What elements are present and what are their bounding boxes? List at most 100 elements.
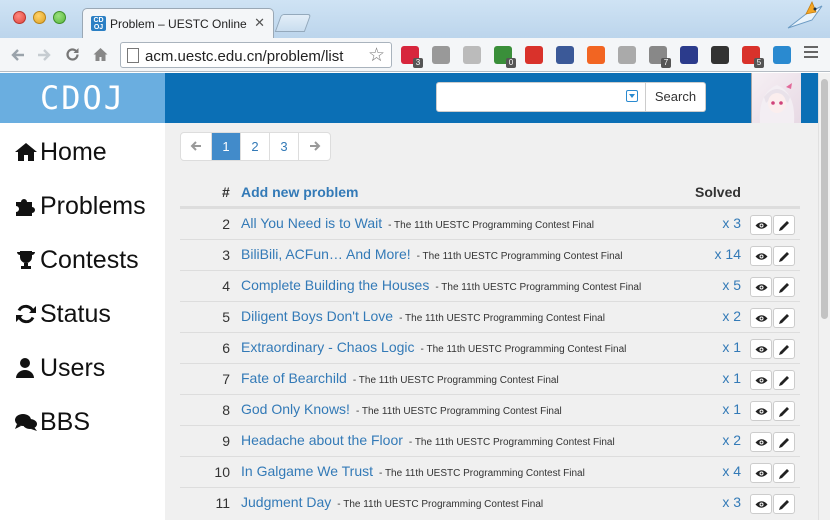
add-new-problem-link[interactable]: Add new problem [241,184,358,200]
problem-title-link[interactable]: God Only Knows! [241,401,350,417]
edit-problem-button[interactable] [773,308,795,328]
eye-icon [755,315,768,322]
pocket-icon[interactable] [432,46,450,64]
puzzle-ext-icon[interactable]: 5 [742,46,764,68]
edit-problem-button[interactable] [773,215,795,235]
search-dropdown-icon[interactable] [626,90,638,102]
avatar[interactable] [751,73,801,123]
site-brand[interactable]: CDOJ [0,73,165,123]
pagination-page-3[interactable]: 3 [270,133,299,160]
sidebar-item-home[interactable]: Home [14,132,107,172]
solved-count-link[interactable]: x 3 [722,494,741,510]
sidebar-item-label: BBS [40,407,91,436]
problem-title-link[interactable]: In Galgame We Trust [241,463,373,479]
toggle-visibility-button[interactable] [750,308,772,328]
edit-problem-button[interactable] [773,277,795,297]
toggle-visibility-button[interactable] [750,339,772,359]
problem-title-link[interactable]: All You Need is to Wait [241,215,382,231]
rss-icon[interactable] [587,46,605,64]
toggle-visibility-button[interactable] [750,401,772,421]
screen-capture-icon[interactable]: 7 [649,46,671,68]
address-bar[interactable]: acm.uestc.edu.cn/problem/list ☆ [120,42,392,68]
toggle-visibility-button[interactable] [750,494,772,514]
toggle-visibility-button[interactable] [750,432,772,452]
problem-title-link[interactable]: Complete Building the Houses [241,277,429,293]
solved-count-link[interactable]: x 1 [722,339,741,355]
facebook-icon[interactable] [556,46,574,64]
solved-count-link[interactable]: x 3 [722,215,741,231]
problem-title-link[interactable]: Judgment Day [241,494,331,510]
window-maximize-button[interactable] [53,11,66,24]
solved-count-link[interactable]: x 1 [722,401,741,417]
search-input[interactable] [436,82,646,112]
sidebar-item-users[interactable]: Users [14,348,105,388]
html-validator-icon[interactable]: 0 [494,46,516,68]
edit-problem-button[interactable] [773,339,795,359]
solved-count-link[interactable]: x 14 [715,246,741,262]
sidebar-item-status[interactable]: Status [14,294,111,334]
sync-icon[interactable] [463,46,481,64]
page-scrollbar[interactable] [818,73,830,520]
chrome-menu-icon[interactable] [804,46,818,60]
edit-problem-button[interactable] [773,370,795,390]
mountain-icon[interactable] [680,46,698,64]
bell-icon[interactable] [618,46,636,64]
toggle-visibility-button[interactable] [750,215,772,235]
back-arrow-icon[interactable] [10,47,26,63]
problem-source: - The 11th UESTC Programming Contest Fin… [435,282,642,293]
eye-icon [755,346,768,353]
edit-problem-button[interactable] [773,463,795,483]
sidebar-item-label: Status [40,299,111,328]
problem-title-cell: In Galgame We Trust - The 11th UESTC Prog… [241,463,585,479]
pagination-page-1[interactable]: 1 [212,133,241,160]
problem-id: 11 [215,495,230,511]
camera-icon[interactable] [773,46,791,64]
solved-count-link[interactable]: x 2 [722,432,741,448]
sidebar-item-bbs[interactable]: BBS [14,402,90,442]
solved-count-link[interactable]: x 4 [722,463,741,479]
problem-title-link[interactable]: Headache about the Floor [241,432,403,448]
pagination: 1 2 3 [180,132,331,161]
toggle-visibility-button[interactable] [750,463,772,483]
problem-title-link[interactable]: Diligent Boys Don't Love [241,308,393,324]
sidebar-item-label: Contests [40,245,139,274]
search-button[interactable]: Search [646,82,706,112]
solved-count-link[interactable]: x 5 [722,277,741,293]
solved-count-link[interactable]: x 1 [722,370,741,386]
toggle-visibility-button[interactable] [750,277,772,297]
edit-problem-button[interactable] [773,432,795,452]
bookmark-star-icon[interactable]: ☆ [368,44,385,67]
scrollbar-thumb[interactable] [821,79,828,319]
problem-title-cell: Extraordinary - Chaos Logic - The 11th UE… [241,339,626,355]
sidebar-item-contests[interactable]: Contests [14,240,139,280]
pagination-page-2[interactable]: 2 [241,133,270,160]
problem-title-link[interactable]: Extraordinary - Chaos Logic [241,339,415,355]
sidebar-item-problems[interactable]: Problems [14,186,146,226]
window-close-button[interactable] [13,11,26,24]
forward-arrow-icon[interactable] [36,47,52,63]
toggle-visibility-button[interactable] [750,370,772,390]
edit-problem-button[interactable] [773,494,795,514]
pagination-prev-button[interactable] [181,133,212,160]
edit-problem-button[interactable] [773,246,795,266]
puzzle-icon [16,199,35,216]
toggle-visibility-button[interactable] [750,246,772,266]
solved-count-link[interactable]: x 2 [722,308,741,324]
lastpass-icon[interactable]: 3 [401,46,423,68]
table-row: 5 Diligent Boys Don't Love - The 11th UEST… [180,301,800,332]
new-tab-button[interactable] [274,14,312,32]
home-button-icon[interactable] [92,46,109,63]
edit-problem-button[interactable] [773,401,795,421]
pagination-next-button[interactable] [299,133,330,160]
problem-title-cell: God Only Knows! - The 11th UESTC Programm… [241,401,562,417]
window-minimize-button[interactable] [33,11,46,24]
color-picker-icon[interactable] [711,46,729,64]
tab-close-icon[interactable]: ✕ [254,15,265,31]
site-header: CDOJ Search [0,73,818,123]
adblock-icon[interactable] [525,46,543,64]
problem-title-link[interactable]: Fate of Bearchild [241,370,347,386]
problem-title-link[interactable]: BiliBili, ACFun… And More! [241,246,411,262]
sidebar-item-label: Home [40,137,107,166]
reload-icon[interactable] [64,46,81,63]
browser-tab[interactable]: CD OJ Problem – UESTC Online Ju ✕ [82,8,274,38]
